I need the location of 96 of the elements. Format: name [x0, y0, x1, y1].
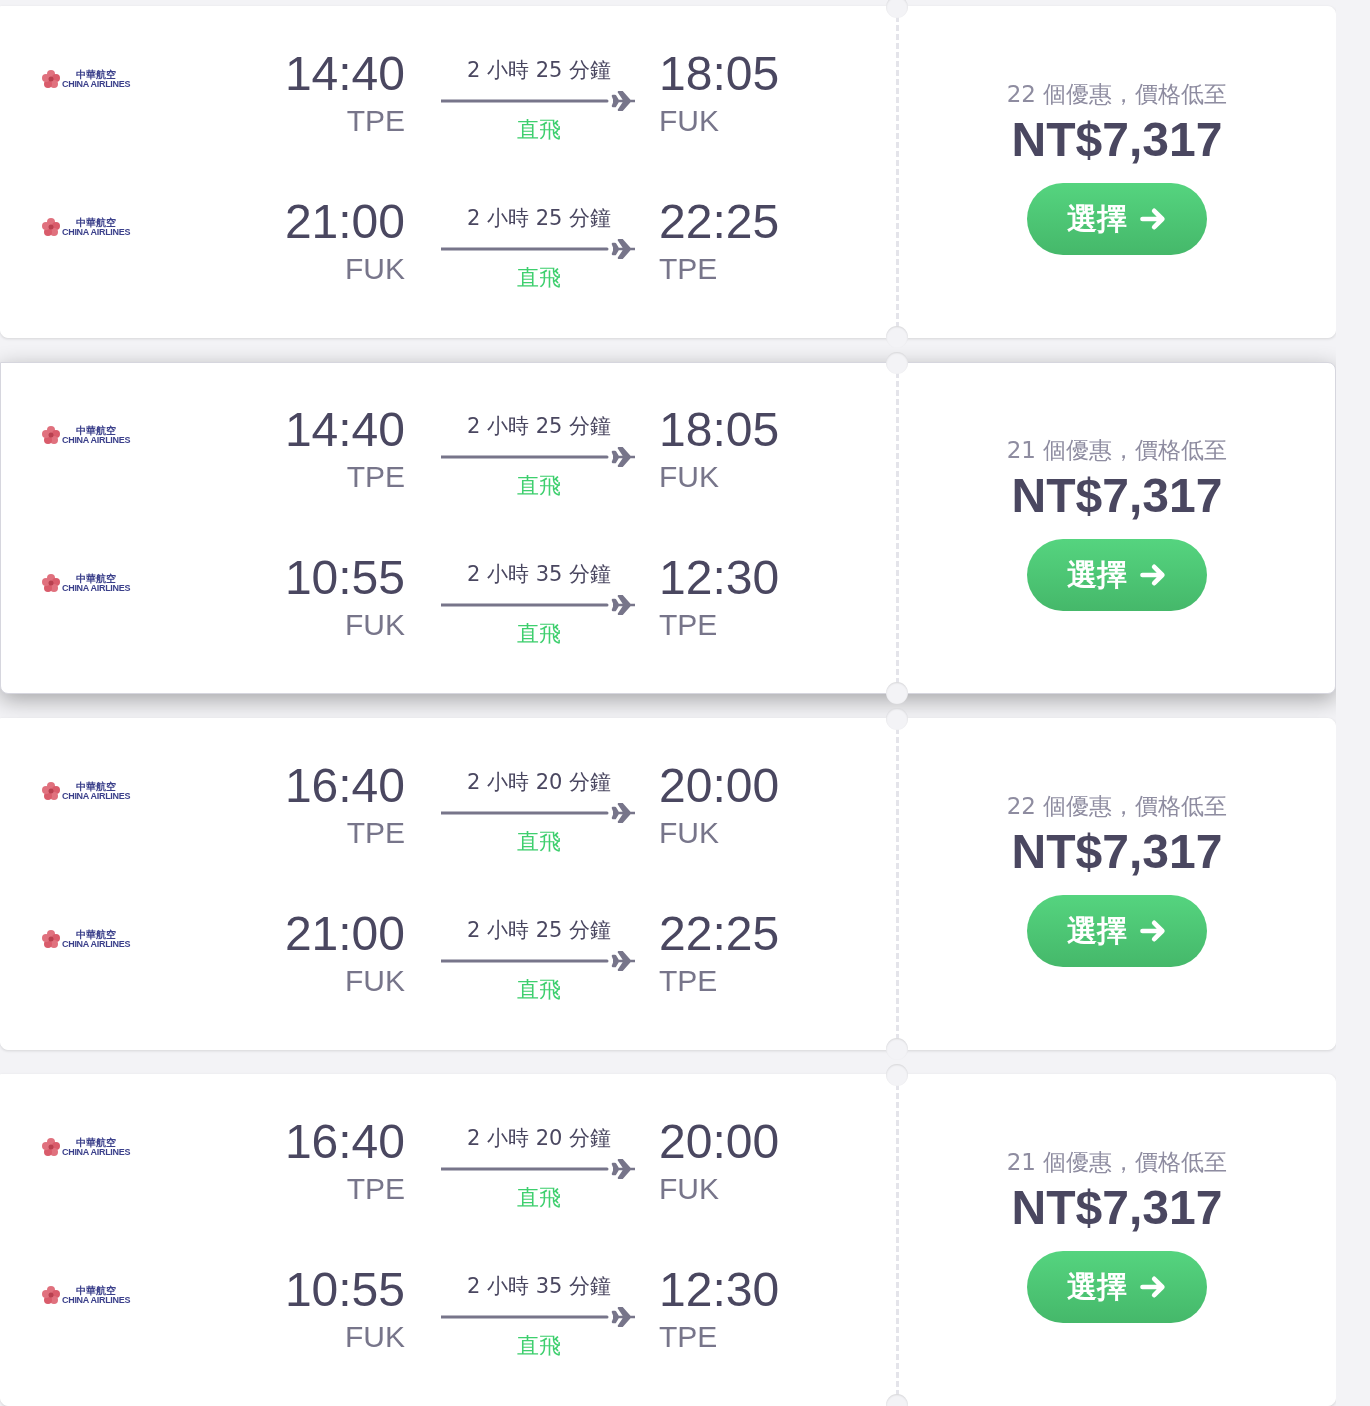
arrival-time: 20:00 [659, 1114, 780, 1170]
price: NT$7,317 [1011, 824, 1223, 880]
departure-time: 10:55 [284, 550, 405, 606]
airline-name: CHINA AIRLINES [62, 79, 131, 89]
departure-time: 16:40 [284, 1114, 405, 1170]
arrival-time: 18:05 [659, 46, 780, 102]
arrival-airport: FUK [659, 103, 719, 139]
route-plane-icon [441, 1159, 637, 1179]
offers-count: 21 個優惠，價格低至 [1006, 436, 1228, 465]
airline-name-chinese: 中華航空 [76, 929, 117, 940]
airline-name: CHINA AIRLINES [62, 791, 131, 801]
flight-duration: 2 小時 35 分鐘 [465, 1273, 613, 1300]
airline-name: CHINA AIRLINES [62, 1295, 131, 1305]
price: NT$7,317 [1011, 468, 1223, 524]
arrival-airport: TPE [659, 607, 718, 643]
offers-count: 21 個優惠，價格低至 [1006, 1148, 1228, 1177]
price: NT$7,317 [1011, 112, 1223, 168]
arrival-time: 12:30 [659, 1262, 780, 1318]
departure-airport: TPE [346, 815, 405, 851]
departure-time: 14:40 [284, 46, 405, 102]
flight-duration: 2 小時 20 分鐘 [465, 1125, 613, 1152]
departure-airport: FUK [345, 607, 405, 643]
arrival-airport: FUK [659, 459, 719, 495]
airline-name: CHINA AIRLINES [62, 435, 131, 445]
blossom-icon [41, 781, 61, 801]
flight-duration: 2 小時 20 分鐘 [465, 769, 613, 796]
arrival-airport: FUK [659, 1171, 719, 1207]
airline-name-chinese: 中華航空 [76, 781, 117, 792]
route-plane-icon [441, 1307, 637, 1327]
departure-airport: FUK [345, 1319, 405, 1355]
blossom-icon [41, 1137, 61, 1157]
offers-count: 22 個優惠，價格低至 [1006, 792, 1228, 821]
departure-airport: FUK [345, 963, 405, 999]
direct-flight-label: 直飛 [517, 264, 561, 292]
price: NT$7,317 [1011, 1180, 1223, 1236]
blossom-icon [41, 573, 61, 593]
direct-flight-label: 直飛 [517, 620, 561, 648]
arrival-time: 22:25 [659, 194, 780, 250]
direct-flight-label: 直飛 [517, 116, 561, 144]
offers-count: 22 個優惠，價格低至 [1006, 80, 1228, 109]
flight-duration: 2 小時 25 分鐘 [465, 205, 613, 232]
route-plane-icon [441, 803, 637, 823]
arrow-right-icon [1139, 1273, 1167, 1301]
route-plane-icon [441, 447, 637, 467]
airline-name-chinese: 中華航空 [76, 425, 117, 436]
select-button[interactable]: 選擇 [1027, 539, 1207, 611]
arrival-airport: FUK [659, 815, 719, 851]
departure-airport: FUK [345, 251, 405, 287]
airline-name: CHINA AIRLINES [62, 227, 131, 237]
departure-time: 21:00 [284, 194, 405, 250]
arrow-right-icon [1139, 205, 1167, 233]
departure-time: 16:40 [284, 758, 405, 814]
arrival-airport: TPE [659, 251, 718, 287]
direct-flight-label: 直飛 [517, 976, 561, 1004]
blossom-icon [41, 69, 61, 89]
airline-name-chinese: 中華航空 [76, 69, 117, 80]
departure-time: 10:55 [284, 1262, 405, 1318]
departure-airport: TPE [346, 103, 405, 139]
blossom-icon [41, 929, 61, 949]
departure-airport: TPE [346, 459, 405, 495]
route-plane-icon [441, 951, 637, 971]
flight-duration: 2 小時 35 分鐘 [465, 561, 613, 588]
airline-name: CHINA AIRLINES [62, 583, 131, 593]
blossom-icon [41, 1285, 61, 1305]
direct-flight-label: 直飛 [517, 1184, 561, 1212]
airline-name-chinese: 中華航空 [76, 1137, 117, 1148]
airline-name: CHINA AIRLINES [62, 1147, 131, 1157]
direct-flight-label: 直飛 [517, 472, 561, 500]
arrival-time: 22:25 [659, 906, 780, 962]
airline-name-chinese: 中華航空 [76, 1285, 117, 1296]
blossom-icon [41, 425, 61, 445]
arrival-time: 12:30 [659, 550, 780, 606]
departure-airport: TPE [346, 1171, 405, 1207]
airline-name: CHINA AIRLINES [62, 939, 131, 949]
airline-name-chinese: 中華航空 [76, 217, 117, 228]
route-plane-icon [441, 595, 637, 615]
flight-duration: 2 小時 25 分鐘 [465, 917, 613, 944]
departure-time: 21:00 [284, 906, 405, 962]
select-button[interactable]: 選擇 [1027, 895, 1207, 967]
blossom-icon [41, 217, 61, 237]
route-plane-icon [441, 239, 637, 259]
arrow-right-icon [1139, 917, 1167, 945]
direct-flight-label: 直飛 [517, 828, 561, 856]
arrival-time: 18:05 [659, 402, 780, 458]
airline-name-chinese: 中華航空 [76, 573, 117, 584]
arrival-time: 20:00 [659, 758, 780, 814]
arrival-airport: TPE [659, 1319, 718, 1355]
flight-duration: 2 小時 25 分鐘 [465, 57, 613, 84]
flight-duration: 2 小時 25 分鐘 [465, 413, 613, 440]
select-button[interactable]: 選擇 [1027, 1251, 1207, 1323]
arrival-airport: TPE [659, 963, 718, 999]
arrow-right-icon [1139, 561, 1167, 589]
route-plane-icon [441, 91, 637, 111]
departure-time: 14:40 [284, 402, 405, 458]
direct-flight-label: 直飛 [517, 1332, 561, 1360]
select-button[interactable]: 選擇 [1027, 183, 1207, 255]
